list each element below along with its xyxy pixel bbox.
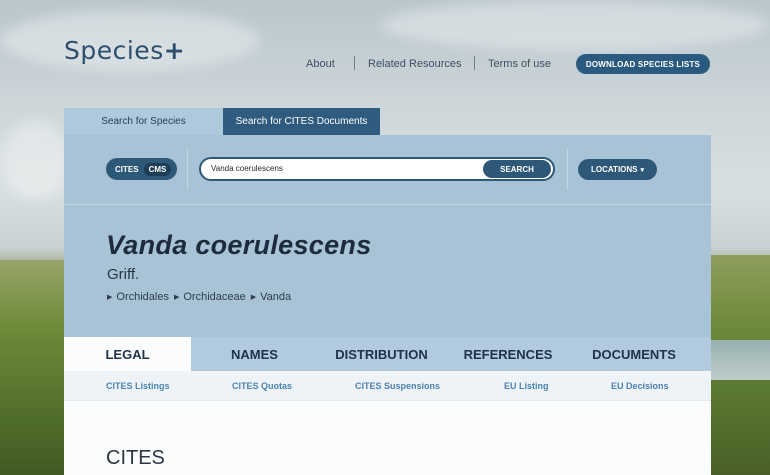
- locations-dropdown[interactable]: LOCATIONS ▾: [578, 159, 657, 180]
- tab-names[interactable]: NAMES: [191, 337, 318, 371]
- caret-right-icon: ▶: [107, 294, 113, 301]
- nav-link-about[interactable]: About: [306, 58, 335, 70]
- subnav-eu-decisions[interactable]: EU Decisions: [611, 381, 669, 391]
- background-grassland: [0, 260, 65, 475]
- tab-search-species[interactable]: Search for Species: [64, 108, 223, 135]
- nav-divider: [354, 56, 355, 70]
- breadcrumb-family[interactable]: Orchidaceae: [183, 291, 245, 303]
- caret-right-icon: ▶: [250, 294, 257, 301]
- site-logo[interactable]: Species+: [64, 36, 185, 65]
- toggle-option-cites[interactable]: CITES: [110, 163, 144, 176]
- tab-references[interactable]: REFERENCES: [445, 337, 571, 371]
- species-search-field[interactable]: Vanda coerulescens SEARCH: [199, 157, 555, 181]
- subnav-cites-quotas[interactable]: CITES Quotas: [232, 381, 292, 391]
- subnav-eu-listing[interactable]: EU Listing: [504, 381, 549, 391]
- section-heading-cites: CITES: [106, 447, 165, 469]
- chevron-down-icon: ▾: [640, 166, 645, 174]
- background-cloud: [380, 0, 770, 50]
- search-divider: [567, 148, 568, 190]
- breadcrumb-order[interactable]: Orchidales: [116, 291, 169, 303]
- nav-link-terms-of-use[interactable]: Terms of use: [488, 58, 551, 70]
- locations-label: LOCATIONS: [590, 165, 638, 174]
- tab-search-cites-documents[interactable]: Search for CITES Documents: [223, 108, 380, 135]
- nav-divider: [474, 56, 475, 70]
- species-author: Griff.: [107, 266, 140, 283]
- nav-link-related-resources[interactable]: Related Resources: [368, 58, 462, 70]
- search-divider: [187, 148, 188, 190]
- taxonomy-toggle[interactable]: CITES CMS: [106, 158, 177, 180]
- caret-right-icon: ▶: [173, 294, 180, 301]
- tab-documents[interactable]: DOCUMENTS: [571, 337, 697, 371]
- subnav-cites-suspensions[interactable]: CITES Suspensions: [355, 381, 440, 391]
- tab-legal[interactable]: LEGAL: [64, 337, 191, 371]
- search-input[interactable]: Vanda coerulescens: [211, 164, 283, 173]
- logo-plus: +: [163, 36, 186, 65]
- download-species-lists-button[interactable]: DOWNLOAD SPECIES LISTS: [576, 54, 710, 74]
- background-cloud: [0, 120, 70, 200]
- logo-text: Species: [64, 36, 164, 65]
- taxonomy-breadcrumb: ▶ Orchidales ▶ Orchidaceae ▶ Vanda: [107, 291, 291, 303]
- tab-distribution[interactable]: DISTRIBUTION: [318, 337, 445, 371]
- species-title: Vanda coerulescens: [106, 230, 372, 260]
- tab-bar-filler: [697, 337, 711, 371]
- search-button[interactable]: SEARCH: [483, 160, 551, 178]
- toggle-option-cms[interactable]: CMS: [143, 162, 172, 176]
- subnav-cites-listings[interactable]: CITES Listings: [106, 381, 170, 391]
- breadcrumb-genus[interactable]: Vanda: [260, 291, 291, 303]
